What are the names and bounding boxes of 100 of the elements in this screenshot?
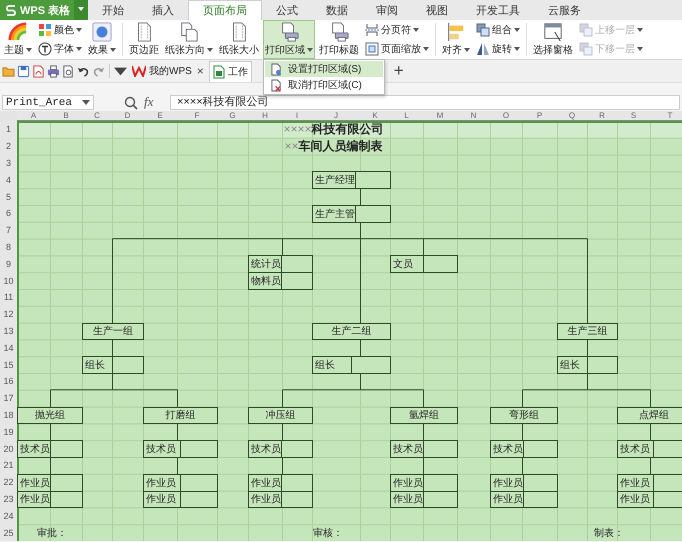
close-button[interactable]: ×: [196, 64, 204, 78]
ribbon-button[interactable]: 打印标题: [317, 20, 361, 59]
printer-icon: [279, 22, 299, 42]
row-header[interactable]: 23: [0, 490, 17, 508]
ribbon-button[interactable]: 打印区域: [263, 20, 315, 59]
ribbon-button[interactable]: 主题: [2, 20, 34, 59]
column-header[interactable]: Q: [557, 111, 587, 121]
menu-item[interactable]: 取消打印区域(C): [265, 77, 383, 93]
menu-tab[interactable]: 审阅: [362, 0, 412, 20]
page-break-icon: [365, 22, 379, 37]
row-header[interactable]: 19: [0, 423, 17, 440]
column-header[interactable]: G: [217, 111, 248, 121]
row-header[interactable]: 2: [0, 138, 17, 155]
caret-icon: [82, 100, 90, 105]
menu-tab[interactable]: 云服务: [534, 0, 595, 20]
row-header[interactable]: 16: [0, 372, 17, 390]
column-header[interactable]: T: [650, 111, 682, 121]
row-header[interactable]: 4: [0, 171, 17, 188]
function-button[interactable]: fx: [144, 94, 164, 110]
column-header[interactable]: N: [457, 111, 490, 121]
menu-tab[interactable]: 视图: [412, 0, 462, 20]
menu-tab[interactable]: 数据: [312, 0, 362, 20]
menu-tab[interactable]: 公式: [262, 0, 312, 20]
row-header[interactable]: 14: [0, 339, 17, 356]
row-header[interactable]: 3: [0, 154, 17, 172]
row-header[interactable]: 22: [0, 474, 17, 491]
column-header[interactable]: D: [112, 111, 143, 121]
row-header[interactable]: 10: [0, 272, 17, 289]
tab-label: 我的WPS: [149, 64, 192, 78]
row-header[interactable]: 1: [0, 121, 17, 138]
row-header[interactable]: 11: [0, 288, 17, 306]
column-header[interactable]: A: [17, 111, 50, 121]
column-header[interactable]: M: [423, 111, 457, 121]
menu-tab[interactable]: 页面布局: [188, 0, 262, 20]
app-menu-button[interactable]: WPS 表格: [0, 0, 88, 20]
row-header[interactable]: 25: [0, 524, 17, 541]
column-header[interactable]: B: [50, 111, 82, 121]
document-tab[interactable]: 我的WPS ×: [129, 61, 207, 81]
group-box: 冲压组: [248, 406, 313, 424]
column-header[interactable]: J: [312, 111, 360, 121]
ribbon-button[interactable]: 对齐: [440, 20, 472, 59]
position-label: 作业员: [491, 492, 524, 508]
column-header[interactable]: I: [282, 111, 312, 121]
row-header[interactable]: 17: [0, 390, 17, 407]
column-header[interactable]: K: [360, 111, 390, 121]
menu-tab[interactable]: 开发工具: [462, 0, 534, 20]
column-header[interactable]: L: [390, 111, 423, 121]
position-label: 物料员: [249, 273, 282, 289]
position-label: 生产主管: [313, 206, 356, 222]
row-header[interactable]: 6: [0, 204, 17, 222]
row-header[interactable]: 9: [0, 255, 17, 272]
column-header[interactable]: S: [617, 111, 650, 121]
ribbon-button[interactable]: 选择窗格: [531, 20, 575, 59]
column-header[interactable]: F: [177, 111, 217, 121]
column-header[interactable]: E: [143, 111, 177, 121]
column-header[interactable]: C: [82, 111, 112, 121]
row-header[interactable]: 5: [0, 188, 17, 205]
tab-label: 工作: [228, 66, 248, 78]
ribbon-button[interactable]: 颜色: [36, 20, 84, 40]
ribbon-button[interactable]: 旋转: [474, 40, 522, 59]
row-header[interactable]: 15: [0, 356, 17, 373]
ribbon-button[interactable]: 纸张方向: [163, 20, 215, 59]
position-label: 组长: [558, 357, 588, 373]
ribbon-button[interactable]: 纸张大小: [217, 20, 261, 59]
row-header[interactable]: 24: [0, 507, 17, 524]
ribbon-button[interactable]: 页边距: [127, 20, 161, 59]
caret-icon[interactable]: [114, 64, 127, 78]
new-tab-button[interactable]: +: [394, 61, 404, 81]
row-header[interactable]: 8: [0, 238, 17, 256]
column-header[interactable]: P: [522, 111, 557, 121]
print-icon[interactable]: [47, 64, 60, 78]
menu-tab[interactable]: 插入: [138, 0, 188, 20]
zoom-icon[interactable]: [124, 96, 138, 110]
ribbon-button[interactable]: 组合: [474, 20, 522, 40]
row-header[interactable]: 7: [0, 222, 17, 239]
print-preview-icon[interactable]: [62, 64, 75, 78]
rainbow-icon: [8, 22, 28, 42]
ribbon-button[interactable]: 页面缩放: [363, 40, 431, 59]
ribbon-button[interactable]: 分页符: [363, 20, 431, 40]
layers-icon: [476, 22, 490, 37]
ribbon-button[interactable]: 效果: [86, 20, 118, 59]
row-header[interactable]: 21: [0, 456, 17, 474]
row-header[interactable]: 20: [0, 440, 17, 457]
column-header[interactable]: R: [587, 111, 617, 121]
layers-icon: [579, 42, 593, 56]
column-header[interactable]: O: [490, 111, 522, 121]
pdf-icon[interactable]: [32, 64, 45, 78]
save-icon[interactable]: [17, 64, 30, 78]
row-header[interactable]: 12: [0, 306, 17, 323]
row-header[interactable]: 18: [0, 406, 17, 424]
name-box[interactable]: Print_Area: [2, 95, 94, 110]
folder-icon[interactable]: [2, 64, 15, 78]
document-tab[interactable]: 工作: [208, 60, 252, 82]
menu-tab[interactable]: 开始: [88, 0, 138, 20]
formula-input[interactable]: ××××科技有限公司: [170, 95, 680, 110]
ribbon-button[interactable]: 字体: [36, 40, 84, 59]
row-header[interactable]: 13: [0, 322, 17, 340]
department-box: 生产二组: [312, 322, 391, 340]
column-header[interactable]: H: [248, 111, 282, 121]
menu-item[interactable]: 设置打印区域(S): [265, 61, 383, 77]
